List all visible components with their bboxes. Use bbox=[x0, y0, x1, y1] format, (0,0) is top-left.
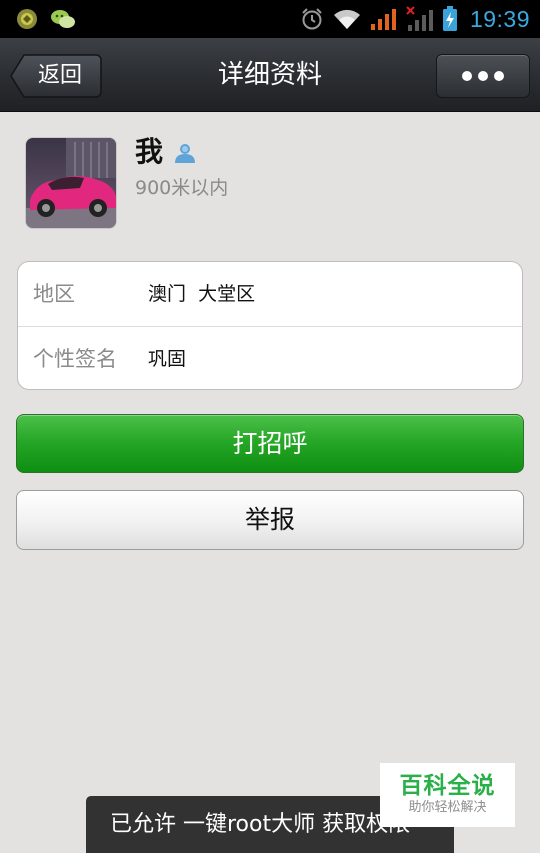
status-time: 19:39 bbox=[469, 5, 530, 32]
greet-button[interactable]: 打招呼 bbox=[16, 414, 524, 473]
detail-value: 巩固 bbox=[148, 348, 187, 370]
alarm-icon bbox=[302, 8, 322, 30]
back-button[interactable]: 返回 bbox=[10, 54, 102, 98]
detail-row-signature[interactable]: 个性签名 巩固 bbox=[18, 326, 522, 389]
more-dots-icon bbox=[478, 71, 488, 81]
watermark-title: 百科全说 bbox=[399, 773, 496, 799]
status-bar: 19:39 bbox=[0, 0, 540, 38]
profile-distance: 900米以内 bbox=[135, 177, 229, 199]
detail-value: 澳门 大堂区 bbox=[148, 283, 256, 305]
profile-name: 我 bbox=[135, 135, 164, 168]
watermark-subtitle: 助你轻松解决 bbox=[408, 800, 487, 815]
wifi-icon bbox=[333, 9, 360, 29]
more-dots-icon bbox=[494, 71, 504, 81]
title-bar: 返回 详细资料 bbox=[0, 38, 540, 112]
more-dots-icon bbox=[462, 71, 472, 81]
avatar[interactable] bbox=[25, 137, 117, 229]
info-card: 地区 澳门 大堂区 个性签名 巩固 bbox=[17, 261, 523, 390]
battery-charging-icon bbox=[442, 6, 457, 31]
no-sim-signal-icon bbox=[406, 6, 433, 31]
back-label: 返回 bbox=[38, 63, 83, 88]
detail-row-region[interactable]: 地区 澳门 大堂区 bbox=[18, 262, 522, 326]
app-notification-icon bbox=[17, 9, 37, 29]
more-button[interactable] bbox=[436, 54, 530, 98]
signal-icon bbox=[370, 9, 396, 30]
detail-label: 个性签名 bbox=[33, 347, 117, 371]
contact-person-icon bbox=[175, 144, 195, 163]
avatar-image bbox=[26, 138, 116, 228]
report-button[interactable]: 举报 bbox=[16, 490, 524, 550]
wechat-icon bbox=[51, 10, 75, 28]
watermark-logo: 百科全说 助你轻松解决 bbox=[380, 763, 515, 827]
detail-label: 地区 bbox=[33, 282, 75, 306]
